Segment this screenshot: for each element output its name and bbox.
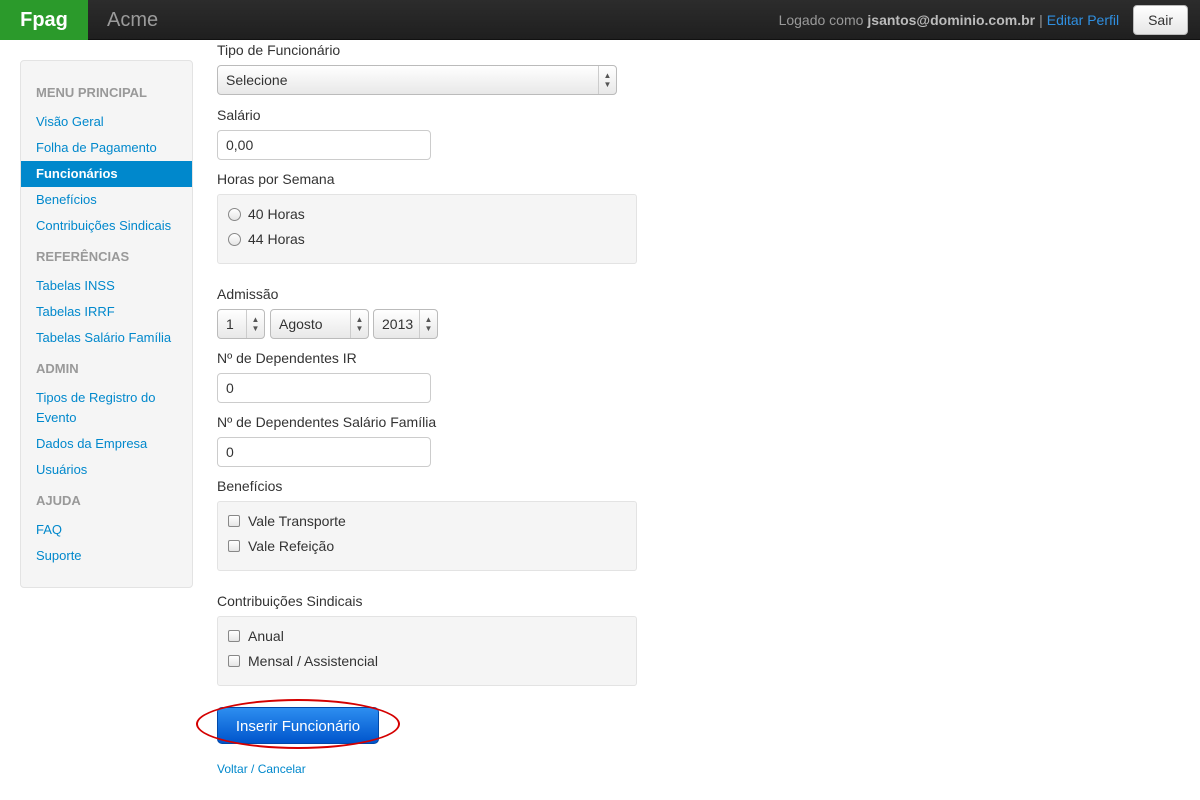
sidebar-header-admin: Admin — [36, 361, 79, 376]
dependentes-sf-input[interactable]: 0 — [217, 437, 431, 467]
user-area: Logado como jsantos@dominio.com.br | Edi… — [779, 0, 1188, 40]
top-navbar: Fpag Acme Logado como jsantos@dominio.co… — [0, 0, 1200, 40]
contribuicoes-label: Contribuições Sindicais — [217, 593, 363, 609]
checkbox-icon[interactable] — [228, 540, 240, 552]
admissao-year-select[interactable]: 2013 ▲ ▼ — [373, 309, 438, 339]
sidebar-item-tipos-registro[interactable]: Tipos de Registro do Evento — [21, 385, 192, 431]
admissao-label: Admissão — [217, 286, 279, 302]
sidebar-item-contribuicoes[interactable]: Contribuições Sindicais — [21, 213, 192, 239]
checkbox-icon[interactable] — [228, 630, 240, 642]
select-arrows-icon: ▲ ▼ — [350, 310, 368, 338]
admissao-day-select[interactable]: 1 ▲ ▼ — [217, 309, 265, 339]
dependentes-ir-input[interactable]: 0 — [217, 373, 431, 403]
radio-40-horas[interactable]: 40 Horas — [228, 206, 305, 222]
tipo-funcionario-select[interactable]: Selecione ▲ ▼ — [217, 65, 617, 95]
select-arrows-icon: ▲ ▼ — [246, 310, 264, 338]
brand-logo[interactable]: Fpag — [0, 0, 88, 40]
beneficios-label: Benefícios — [217, 478, 283, 494]
sidebar-item-dados-empresa[interactable]: Dados da Empresa — [21, 431, 192, 457]
sidebar-item-visao-geral[interactable]: Visão Geral — [21, 109, 192, 135]
vale-transporte-label: Vale Transporte — [248, 513, 346, 529]
sidebar-item-faq[interactable]: FAQ — [21, 517, 192, 543]
sidebar-item-beneficios[interactable]: Benefícios — [21, 187, 192, 213]
tipo-funcionario-value: Selecione — [226, 72, 288, 88]
inserir-funcionario-button[interactable]: Inserir Funcionário — [217, 707, 379, 744]
sidebar-header-menu-principal: Menu Principal — [36, 85, 147, 100]
radio-40-horas-label: 40 Horas — [248, 206, 305, 222]
contribuicoes-group: Anual Mensal / Assistencial — [217, 616, 637, 686]
logged-as-label: Logado como — [778, 12, 864, 28]
admissao-year-value: 2013 — [382, 316, 414, 332]
sidebar-header-referencias: Referências — [36, 249, 130, 264]
sidebar-item-tabelas-irrf[interactable]: Tabelas IRRF — [21, 299, 192, 325]
logout-button[interactable]: Sair — [1133, 5, 1188, 35]
dependentes-ir-label: Nº de Dependentes IR — [217, 350, 357, 366]
tipo-funcionario-label: Tipo de Funcionário — [217, 42, 341, 58]
sidebar-item-funcionarios[interactable]: Funcionários — [21, 161, 192, 187]
salario-label: Salário — [217, 107, 261, 123]
checkbox-anual[interactable]: Anual — [228, 628, 284, 644]
anual-label: Anual — [248, 628, 284, 644]
radio-44-horas-label: 44 Horas — [248, 231, 305, 247]
sidebar-menu: Menu Principal Visão Geral Folha de Paga… — [20, 60, 193, 588]
username: jsantos@dominio.com.br — [867, 12, 1036, 28]
admissao-month-select[interactable]: Agosto ▲ ▼ — [270, 309, 369, 339]
sidebar-item-tabelas-salario-familia[interactable]: Tabelas Salário Família — [21, 325, 192, 351]
beneficios-group: Vale Transporte Vale Refeição — [217, 501, 637, 571]
radio-44-horas[interactable]: 44 Horas — [228, 231, 305, 247]
salario-input[interactable]: 0,00 — [217, 130, 431, 160]
checkbox-icon[interactable] — [228, 655, 240, 667]
horas-semana-group: 40 Horas 44 Horas — [217, 194, 637, 264]
sidebar-item-usuarios[interactable]: Usuários — [21, 457, 192, 483]
company-name: Acme — [107, 9, 159, 31]
sidebar-header-ajuda: Ajuda — [36, 493, 81, 508]
mensal-assistencial-label: Mensal / Assistencial — [248, 653, 378, 669]
radio-icon[interactable] — [228, 207, 241, 221]
admissao-month-value: Agosto — [279, 316, 323, 332]
checkbox-mensal-assistencial[interactable]: Mensal / Assistencial — [228, 653, 378, 669]
horas-semana-label: Horas por Semana — [217, 171, 335, 187]
checkbox-vale-refeicao[interactable]: Vale Refeição — [228, 538, 334, 554]
edit-profile-link[interactable]: Editar Perfil — [1047, 12, 1119, 28]
dependentes-sf-label: Nº de Dependentes Salário Família — [217, 414, 437, 430]
voltar-cancelar-link[interactable]: Voltar / Cancelar — [217, 762, 306, 776]
sidebar-item-tabelas-inss[interactable]: Tabelas INSS — [21, 273, 192, 299]
radio-icon[interactable] — [228, 232, 241, 246]
sidebar-item-folha-pagamento[interactable]: Folha de Pagamento — [21, 135, 192, 161]
vale-refeicao-label: Vale Refeição — [248, 538, 335, 554]
select-arrows-icon: ▲ ▼ — [419, 310, 437, 338]
checkbox-vale-transporte[interactable]: Vale Transporte — [228, 513, 346, 529]
select-arrows-icon: ▲ ▼ — [598, 66, 616, 94]
nav-separator: | — [1039, 12, 1043, 28]
checkbox-icon[interactable] — [228, 515, 240, 527]
sidebar-item-suporte[interactable]: Suporte — [21, 543, 192, 569]
admissao-day-value: 1 — [226, 316, 234, 332]
